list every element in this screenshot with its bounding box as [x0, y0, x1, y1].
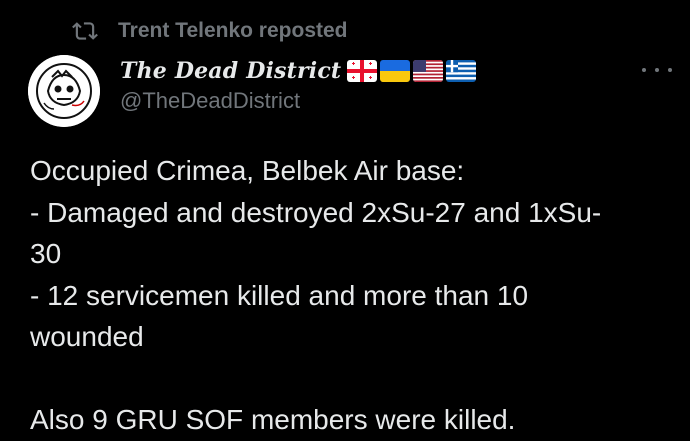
tweet-line: Occupied Crimea, Belbek Air base:: [30, 155, 465, 186]
tweet-line: wounded: [30, 321, 144, 352]
tweet-blank-line: [30, 358, 670, 400]
author-handle[interactable]: @TheDeadDistrict: [120, 88, 300, 114]
tweet-line: Also 9 GRU SOF members were killed.: [30, 404, 516, 435]
more-options-button[interactable]: [642, 60, 672, 80]
repost-label: Trent Telenko reposted: [118, 19, 348, 42]
usa-flag-icon: [413, 60, 444, 82]
flag-emojis: [347, 60, 477, 82]
author-display-name[interactable]: The Dead District: [120, 58, 341, 84]
tweet-body: Occupied Crimea, Belbek Air base: - Dama…: [30, 150, 670, 441]
georgia-flag-icon: [347, 60, 378, 82]
author-name-row[interactable]: The Dead District: [120, 54, 477, 88]
repost-icon: [72, 22, 98, 40]
greece-flag-icon: [446, 60, 477, 82]
repost-header[interactable]: Trent Telenko reposted: [72, 16, 348, 46]
ukraine-flag-icon: [380, 60, 411, 82]
more-icon: [642, 68, 646, 72]
more-icon: [655, 68, 659, 72]
avatar[interactable]: [28, 55, 100, 127]
tweet-line: - 12 servicemen killed and more than 10: [30, 279, 529, 311]
tweet-line: 30: [30, 238, 62, 269]
avatar-logo-icon: [28, 55, 100, 127]
tweet-line: - Damaged and destroyed 2xSu-27 and 1xSu…: [30, 196, 602, 228]
more-icon: [668, 68, 672, 72]
